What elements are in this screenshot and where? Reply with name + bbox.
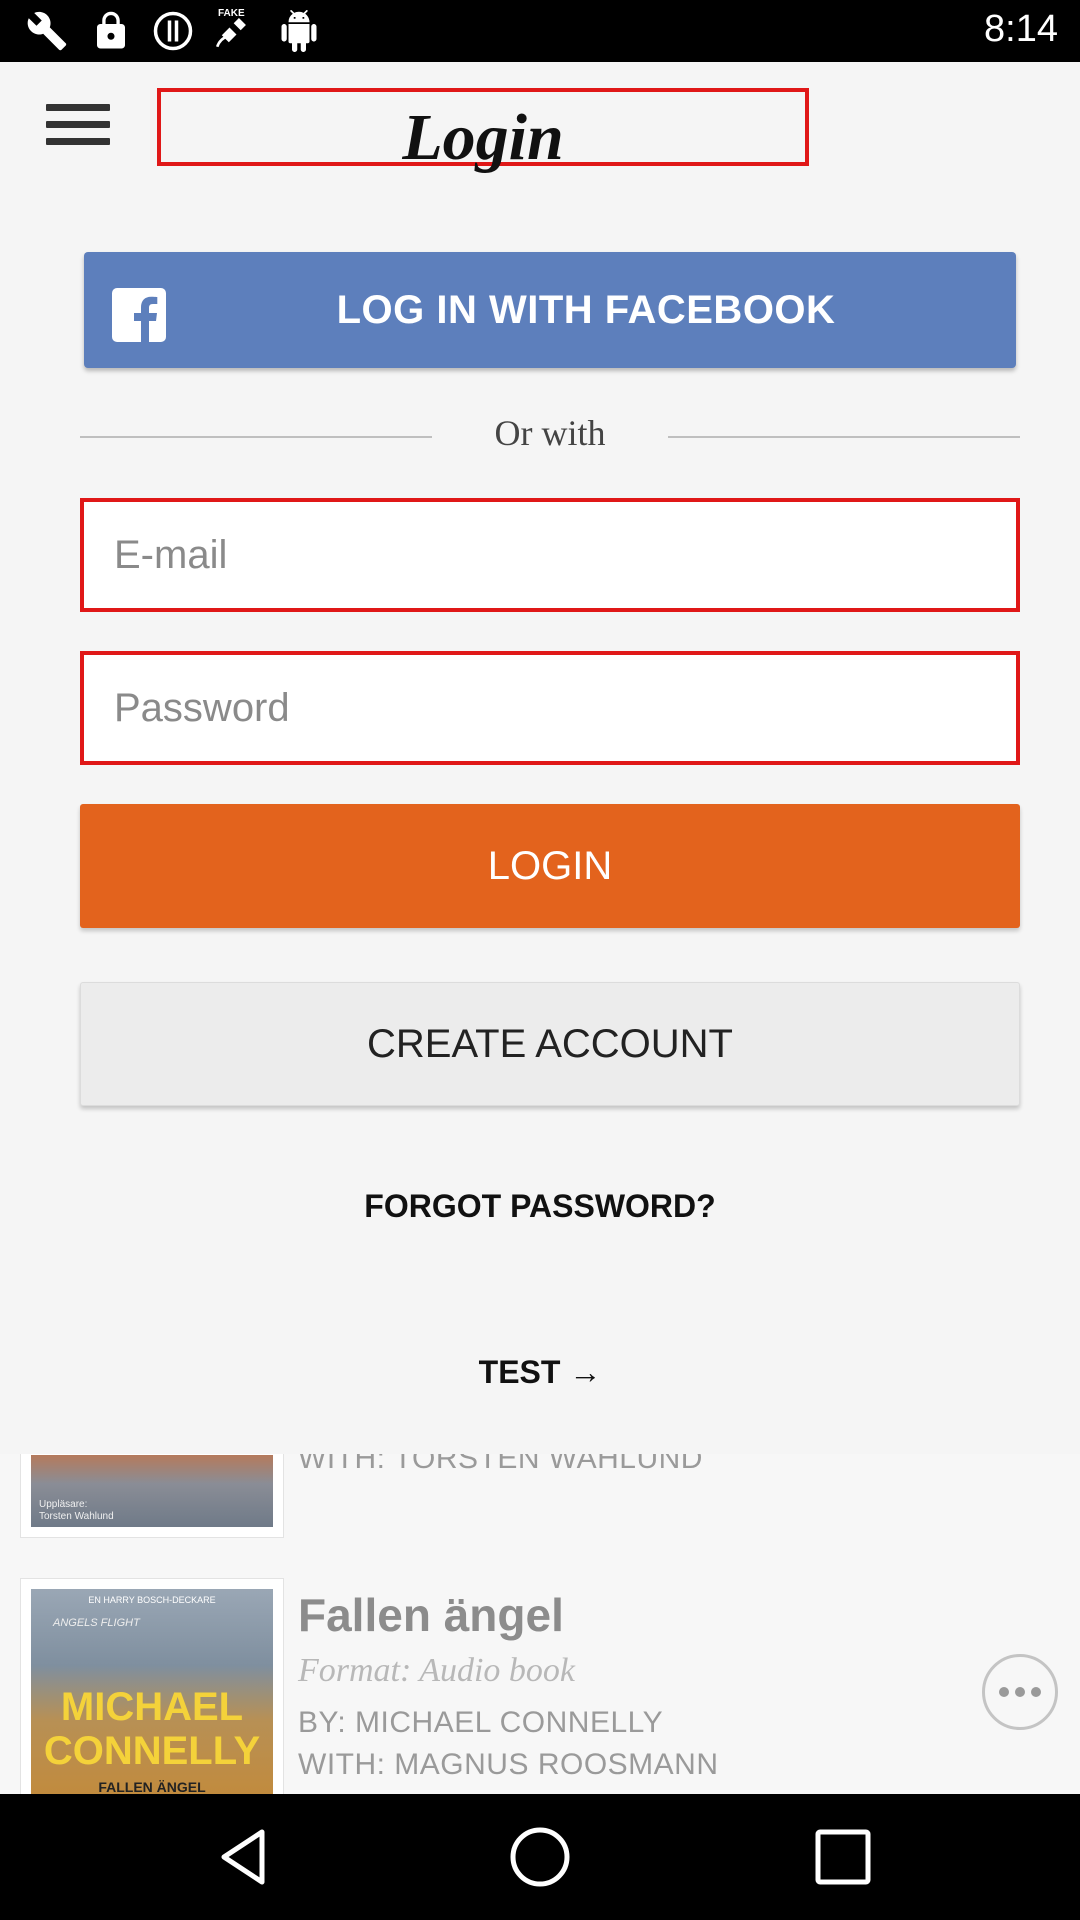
cover-title: FALLEN ÄNGEL	[98, 1779, 206, 1794]
cover-series: EN HARRY BOSCH-DECKARE	[88, 1595, 216, 1605]
list-item[interactable]: EN HARRY BOSCH-DECKARE ANGELS FLIGHT MIC…	[0, 1578, 1080, 1794]
or-with-label: Or with	[494, 413, 606, 453]
cover-author: MICHAEL CONNELLY	[31, 1685, 273, 1773]
lock-icon	[97, 11, 125, 49]
divider-line	[668, 436, 1020, 438]
cover-author-line: MICHAEL	[60, 1685, 244, 1729]
android-icon	[281, 10, 317, 52]
menu-button[interactable]	[46, 104, 110, 154]
or-divider: Or with	[80, 412, 1020, 464]
hamburger-icon	[46, 138, 110, 145]
login-button[interactable]: LOGIN	[80, 804, 1020, 928]
page-title-box: Login	[157, 88, 809, 174]
book-cover-frame: EN HARRY BOSCH-DECKARE ANGELS FLIGHT MIC…	[20, 1578, 284, 1794]
email-input[interactable]	[84, 502, 1016, 608]
password-field-box	[80, 651, 1020, 765]
more-options-button[interactable]	[982, 1654, 1058, 1730]
cover-caption: ANGELS FLIGHT	[53, 1617, 140, 1629]
create-account-button[interactable]: CREATE ACCOUNT	[80, 982, 1020, 1106]
navigation-bar	[0, 1794, 1080, 1920]
more-dot-icon	[1031, 1687, 1041, 1697]
home-icon[interactable]	[507, 1824, 573, 1890]
recents-icon[interactable]	[810, 1824, 876, 1890]
book-title: Fallen ängel	[298, 1589, 564, 1641]
facebook-icon	[112, 288, 166, 342]
list-item[interactable]: Uppläsare: Torsten Wahlund WITH: TORSTEN…	[0, 1442, 1080, 1544]
book-author: BY: MICHAEL CONNELLY	[298, 1706, 664, 1739]
hamburger-icon	[46, 121, 110, 128]
test-link[interactable]: TEST →	[0, 1354, 1080, 1391]
more-dot-icon	[1015, 1687, 1025, 1697]
status-bar: FAKE 8:14	[0, 0, 1080, 62]
forgot-password-link[interactable]: FORGOT PASSWORD?	[0, 1188, 1080, 1225]
page-title: Login	[402, 101, 564, 174]
cover-caption: Torsten Wahlund	[39, 1511, 114, 1522]
facebook-login-label: LOG IN WITH FACEBOOK	[336, 287, 836, 332]
status-time: 8:14	[984, 8, 1058, 50]
book-cover-image: EN HARRY BOSCH-DECKARE ANGELS FLIGHT MIC…	[31, 1589, 273, 1794]
hamburger-icon	[46, 104, 110, 111]
book-cover-frame: Uppläsare: Torsten Wahlund	[20, 1444, 284, 1538]
book-cover-image: Uppläsare: Torsten Wahlund	[31, 1455, 273, 1527]
book-narrator: WITH: MAGNUS ROOSMANN	[298, 1748, 719, 1781]
password-input[interactable]	[84, 655, 1016, 761]
alert-icon	[153, 11, 193, 51]
cover-author-line: CONNELLY	[43, 1729, 261, 1773]
book-list: Uppläsare: Torsten Wahlund WITH: TORSTEN…	[0, 1442, 1080, 1794]
email-field-box	[80, 498, 1020, 612]
login-sheet: Login LOG IN WITH FACEBOOK Or with LOGIN…	[0, 62, 1080, 1454]
fake-label: FAKE	[218, 8, 245, 19]
book-format: Format: Audio book	[298, 1652, 576, 1689]
fake-gps-satellite-icon: FAKE	[212, 8, 262, 52]
app-content: Uppläsare: Torsten Wahlund WITH: TORSTEN…	[0, 62, 1080, 1794]
wrench-icon	[27, 11, 67, 51]
cover-caption: Uppläsare:	[39, 1499, 88, 1510]
more-dot-icon	[999, 1687, 1009, 1697]
facebook-login-button[interactable]: LOG IN WITH FACEBOOK	[84, 252, 1016, 368]
back-icon[interactable]	[210, 1824, 276, 1890]
